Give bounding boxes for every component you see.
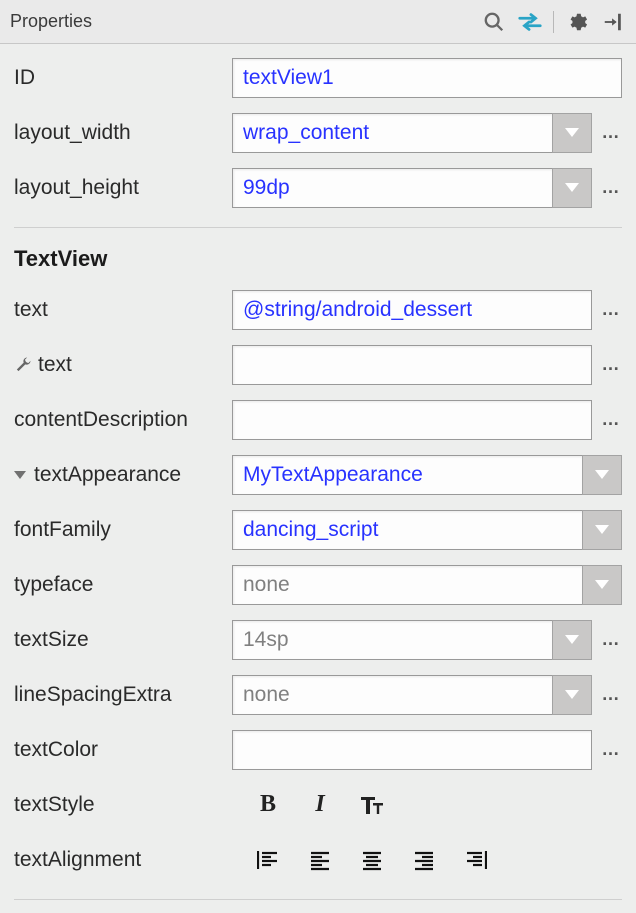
search-icon[interactable] [481, 9, 507, 35]
textalignment-label: textAlignment [14, 848, 232, 872]
layout-height-dropdown[interactable] [552, 168, 592, 208]
textcolor-more[interactable]: … [600, 739, 622, 760]
id-label: ID [14, 66, 232, 90]
align-viewstart-button[interactable] [254, 846, 282, 874]
fontfamily-input[interactable] [232, 510, 582, 550]
id-input[interactable] [232, 58, 622, 98]
textappearance-label[interactable]: textAppearance [14, 463, 232, 487]
chevron-down-icon [565, 128, 579, 137]
contentdescription-label: contentDescription [14, 408, 232, 432]
minimize-icon[interactable] [600, 9, 626, 35]
swap-icon[interactable] [517, 9, 543, 35]
linespacing-more[interactable]: … [600, 684, 622, 705]
design-text-input[interactable] [232, 345, 592, 385]
align-center-button[interactable] [358, 846, 386, 874]
typeface-input[interactable] [232, 565, 582, 605]
bottom-separator [14, 899, 622, 900]
layout-height-more[interactable]: … [600, 177, 622, 198]
linespacing-label: lineSpacingExtra [14, 683, 232, 707]
typeface-dropdown[interactable] [582, 565, 622, 605]
panel-header: Properties [0, 0, 636, 44]
bold-button[interactable]: B [254, 791, 282, 819]
toolbar-divider [553, 11, 554, 33]
gear-icon[interactable] [564, 9, 590, 35]
textappearance-dropdown[interactable] [582, 455, 622, 495]
chevron-down-icon [595, 470, 609, 479]
design-text-more[interactable]: … [600, 354, 622, 375]
panel-title: Properties [10, 11, 481, 32]
contentdescription-more[interactable]: … [600, 409, 622, 430]
header-toolbar [481, 9, 626, 35]
textsize-more[interactable]: … [600, 629, 622, 650]
fontfamily-label: fontFamily [14, 518, 232, 542]
section-separator [14, 227, 622, 228]
chevron-down-icon [595, 580, 609, 589]
design-text-label: text [14, 353, 232, 377]
smallcaps-button[interactable] [358, 791, 386, 819]
text-label: text [14, 298, 232, 322]
chevron-down-icon [595, 525, 609, 534]
chevron-down-icon [565, 690, 579, 699]
collapse-icon [14, 471, 26, 479]
chevron-down-icon [565, 635, 579, 644]
textcolor-label: textColor [14, 738, 232, 762]
wrench-icon [14, 356, 32, 374]
textappearance-input[interactable] [232, 455, 582, 495]
textsize-dropdown[interactable] [552, 620, 592, 660]
align-left-button[interactable] [306, 846, 334, 874]
design-text-label-text: text [38, 353, 72, 377]
linespacing-input[interactable] [232, 675, 552, 715]
fontfamily-dropdown[interactable] [582, 510, 622, 550]
layout-width-more[interactable]: … [600, 122, 622, 143]
textcolor-input[interactable] [232, 730, 592, 770]
textstyle-label: textStyle [14, 793, 232, 817]
contentdescription-input[interactable] [232, 400, 592, 440]
align-right-button[interactable] [410, 846, 438, 874]
italic-button[interactable]: I [306, 791, 334, 819]
chevron-down-icon [565, 183, 579, 192]
layout-height-label: layout_height [14, 176, 232, 200]
layout-height-input[interactable] [232, 168, 552, 208]
textsize-label: textSize [14, 628, 232, 652]
text-input[interactable] [232, 290, 592, 330]
textsize-input[interactable] [232, 620, 552, 660]
textappearance-label-text: textAppearance [34, 463, 181, 487]
align-viewend-button[interactable] [462, 846, 490, 874]
linespacing-dropdown[interactable] [552, 675, 592, 715]
layout-width-input[interactable] [232, 113, 552, 153]
typeface-label: typeface [14, 573, 232, 597]
section-title: TextView [14, 236, 622, 282]
text-more[interactable]: … [600, 299, 622, 320]
layout-width-label: layout_width [14, 121, 232, 145]
layout-width-dropdown[interactable] [552, 113, 592, 153]
